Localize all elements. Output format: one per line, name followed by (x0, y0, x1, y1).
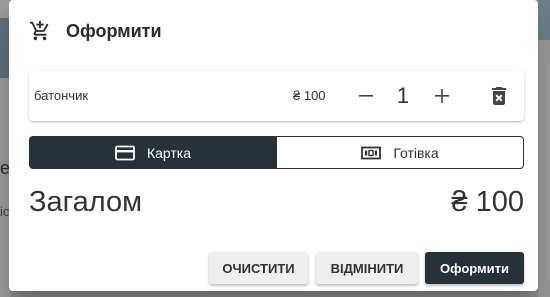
dialog-title: Оформити (66, 20, 162, 41)
cart-plus-icon (29, 20, 51, 42)
dialog-header: Оформити (29, 18, 162, 44)
checkout-dialog: Оформити батончик ₴ 100 1 Картка Готівка… (9, 0, 538, 291)
total-label: Загалом (29, 186, 143, 218)
payment-option-card[interactable]: Картка (29, 136, 277, 169)
background-page-right (538, 0, 550, 297)
plus-icon (435, 89, 449, 103)
delete-item-button[interactable] (487, 84, 511, 108)
checkout-button[interactable]: Оформити (425, 252, 524, 284)
clear-button[interactable]: ОЧИСТИТИ (209, 252, 308, 284)
payment-option-label: Картка (146, 144, 192, 161)
item-name: батончик (34, 88, 89, 103)
total-amount: ₴ 100 (451, 186, 524, 218)
increase-quantity-button[interactable] (430, 82, 454, 110)
quantity-value: 1 (396, 83, 410, 108)
decrease-quantity-button[interactable] (354, 82, 378, 110)
payment-method-toggle: Картка Готівка (29, 136, 524, 169)
credit-card-icon (115, 145, 135, 161)
item-price: ₴ 100 (293, 88, 326, 103)
minus-icon (359, 95, 373, 97)
payment-option-cash[interactable]: Готівка (277, 136, 524, 169)
background-text-fragment: ic (0, 204, 10, 219)
background-image-fragment (538, 0, 550, 40)
cash-icon (361, 145, 382, 161)
cancel-button[interactable]: ВІДМІНИТИ (316, 252, 418, 284)
payment-option-label: Готівка (393, 144, 439, 161)
cart-item-row: батончик ₴ 100 1 (29, 71, 524, 121)
trash-icon (492, 87, 506, 105)
